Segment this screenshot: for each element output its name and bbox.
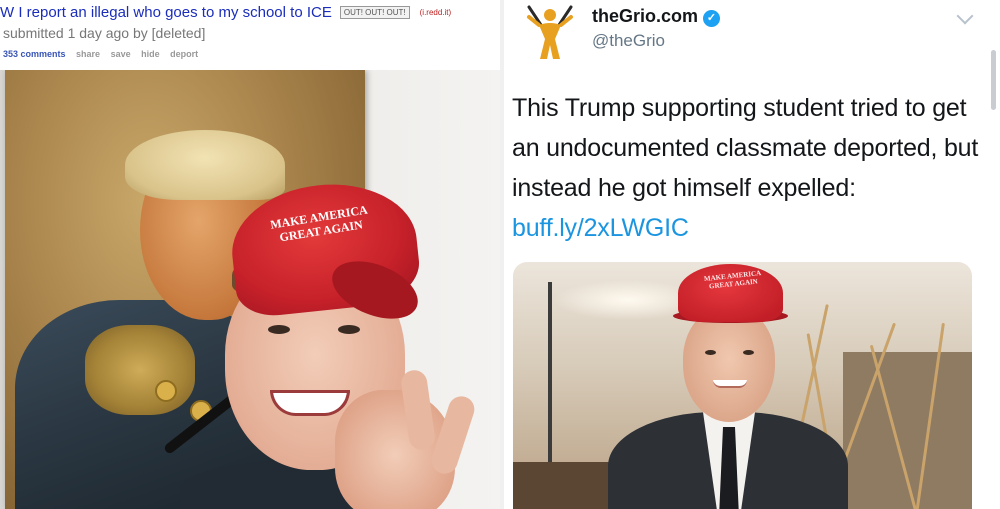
post-actions: 353 comments share save hide deport	[3, 49, 206, 59]
painting-epaulette	[85, 325, 195, 415]
chevron-down-icon[interactable]	[956, 7, 974, 25]
reddit-post-title[interactable]: W I report an illegal who goes to my sch…	[0, 4, 332, 21]
student-eye	[743, 350, 754, 355]
painting-medal	[155, 380, 177, 402]
display-name-text: theGrio.com	[592, 6, 699, 26]
display-name[interactable]: theGrio.com ✓	[592, 6, 721, 27]
boy-eye	[338, 325, 360, 334]
thegrio-logo-icon[interactable]	[521, 3, 579, 61]
student-face	[683, 307, 775, 422]
reddit-post: W I report an illegal who goes to my sch…	[0, 0, 500, 509]
share-link[interactable]: share	[76, 49, 100, 59]
post-domain-link[interactable]: (i.redd.it)	[420, 8, 452, 17]
save-link[interactable]: save	[111, 49, 131, 59]
verified-badge-icon: ✓	[703, 10, 721, 27]
student-smile	[713, 380, 747, 388]
comments-link[interactable]: 353 comments	[3, 49, 66, 59]
tweet-card: theGrio.com ✓ @theGrio This Trump support…	[504, 0, 1000, 509]
boy-eye	[268, 325, 290, 334]
reddit-title-row: W I report an illegal who goes to my sch…	[0, 4, 500, 26]
painting-hair	[125, 130, 285, 200]
tweet-image[interactable]: MAKE AMERICA GREAT AGAIN	[513, 262, 972, 509]
reddit-post-image[interactable]: MAKE AMERICA GREAT AGAIN	[0, 70, 500, 509]
hide-link[interactable]: hide	[141, 49, 160, 59]
tweet-text: This Trump supporting student tried to g…	[512, 88, 982, 248]
scrollbar[interactable]	[991, 50, 996, 110]
twitter-handle[interactable]: @theGrio	[592, 31, 665, 51]
title-text: I report an illegal who goes to my schoo…	[18, 4, 332, 21]
tweet-body: This Trump supporting student tried to g…	[512, 94, 979, 202]
tweet-link[interactable]: buff.ly/2xLWGIC	[512, 214, 689, 242]
student-eye	[705, 350, 716, 355]
post-flair: OUT! OUT! OUT!	[339, 6, 410, 19]
title-prefix: W	[0, 4, 15, 21]
report-link[interactable]: deport	[170, 49, 198, 59]
post-meta: submitted 1 day ago by [deleted]	[3, 25, 206, 41]
